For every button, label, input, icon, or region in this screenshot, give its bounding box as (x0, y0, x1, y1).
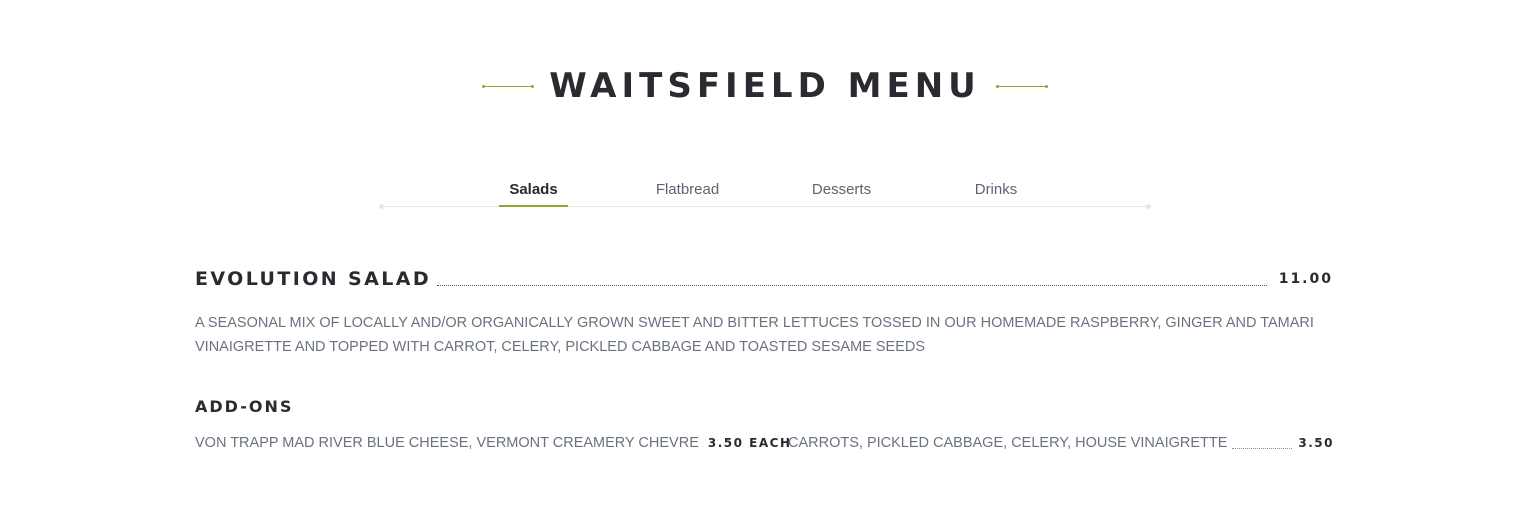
addon-vegetables: CARROTS, PICKLED CABBAGE, CELERY, HOUSE … (788, 432, 1334, 454)
menu-item-row: EVOLUTION SALAD 11.00 (195, 266, 1333, 292)
menu-header: WAITSFIELD MENU (0, 62, 1530, 110)
item-dot-leader (437, 284, 1267, 286)
addon-vegetables-text: CARROTS, PICKLED CABBAGE, CELERY, HOUSE … (788, 435, 1228, 451)
item-price: 11.00 (1278, 271, 1333, 287)
item-name: EVOLUTION SALAD (195, 268, 432, 290)
tab-desserts[interactable]: Desserts (808, 178, 875, 207)
addon-cheese: VON TRAPP MAD RIVER BLUE CHEESE, VERMONT… (195, 432, 792, 454)
addon-vegetables-price: 3.50 (1298, 436, 1334, 450)
tab-salads[interactable]: Salads (499, 178, 568, 207)
tab-drinks[interactable]: Drinks (968, 178, 1024, 207)
addon-cheese-text: VON TRAPP MAD RIVER BLUE CHEESE, VERMONT… (195, 435, 699, 451)
addon-dot-leader (1232, 447, 1293, 449)
menu-tabs: Salads Flatbread Desserts Drinks (379, 178, 1151, 209)
addons-heading: ADD-ONS (195, 397, 294, 416)
addon-cheese-price: 3.50 EACH (707, 436, 792, 450)
title-right-ornament (995, 84, 1048, 88)
page-title: WAITSFIELD MENU (549, 66, 981, 106)
tab-flatbread[interactable]: Flatbread (650, 178, 725, 207)
tabs-divider (379, 204, 1151, 209)
item-description: A SEASONAL MIX OF LOCALLY AND/OR ORGANIC… (195, 315, 1314, 355)
title-left-ornament (482, 84, 535, 88)
